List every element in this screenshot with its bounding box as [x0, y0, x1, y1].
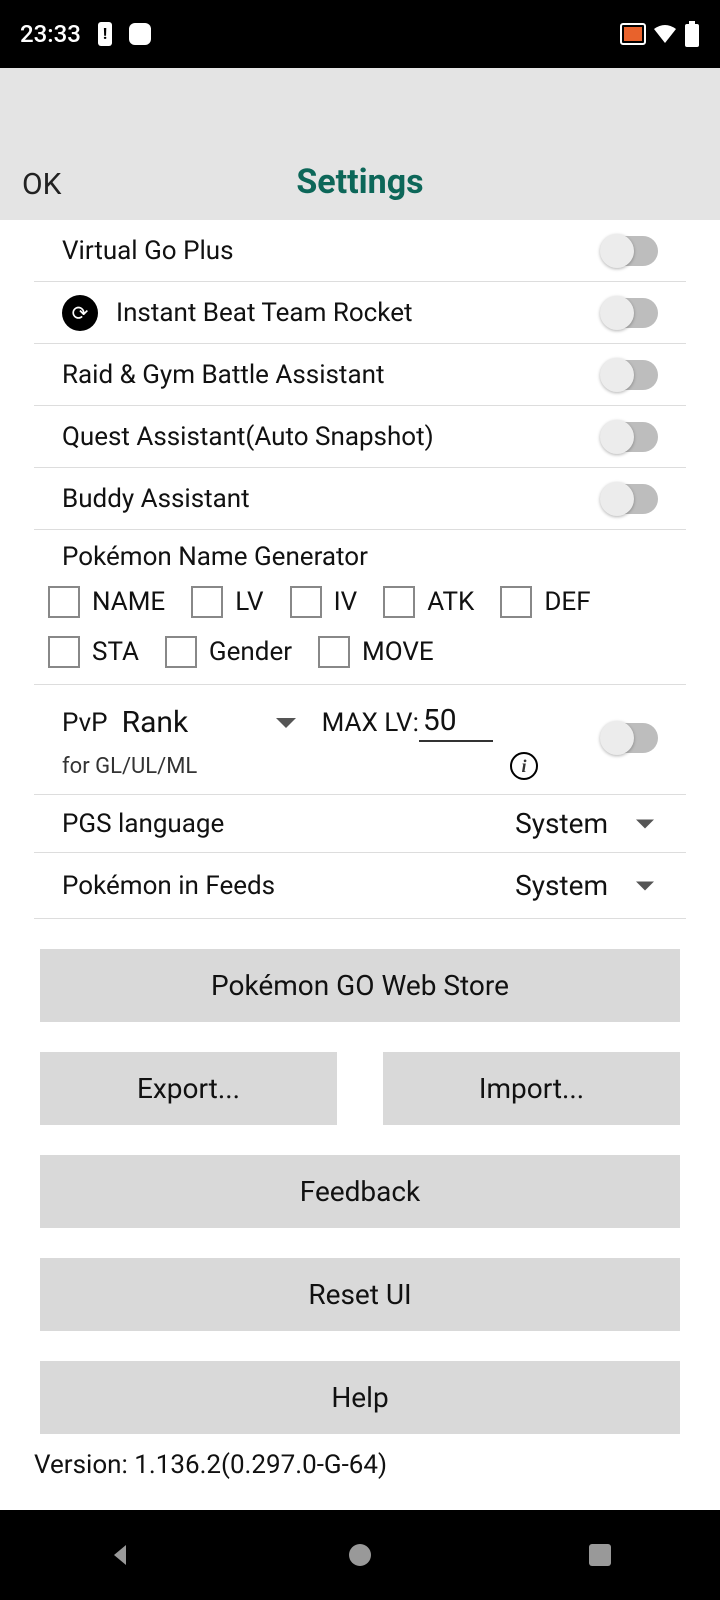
pvp-label: PvP: [62, 708, 108, 738]
pvp-sublabel: for GL/UL/ML: [62, 754, 197, 779]
back-icon[interactable]: [102, 1537, 138, 1573]
maxlv-label: MAX LV:: [322, 708, 419, 738]
row-virtual-go-plus[interactable]: Virtual Go Plus: [34, 220, 686, 282]
checkbox-atk[interactable]: [383, 586, 415, 618]
checkbox-gender[interactable]: [165, 636, 197, 668]
row-label: Buddy Assistant: [62, 484, 602, 514]
checkbox-def[interactable]: [500, 586, 532, 618]
chevron-down-icon: [636, 881, 654, 890]
export-button[interactable]: Export...: [40, 1052, 337, 1125]
toggle-pvp[interactable]: [602, 723, 658, 753]
app-header: OK Settings: [0, 68, 720, 220]
page-title: Settings: [296, 162, 423, 202]
reset-ui-button[interactable]: Reset UI: [40, 1258, 680, 1331]
name-generator-label: Pokémon Name Generator: [0, 530, 720, 580]
help-button[interactable]: Help: [40, 1361, 680, 1434]
feedback-button[interactable]: Feedback: [40, 1155, 680, 1228]
language-dropdown[interactable]: System: [515, 807, 608, 840]
maxlv-input[interactable]: [419, 703, 493, 742]
checkbox-iv[interactable]: [290, 586, 322, 618]
wifi-icon: [652, 23, 678, 45]
language-row[interactable]: PGS language System: [34, 794, 686, 853]
status-bar: 23:33 !: [0, 0, 720, 68]
info-icon[interactable]: i: [510, 752, 538, 780]
notification-icon: !: [95, 22, 115, 46]
checkbox-sta[interactable]: [48, 636, 80, 668]
row-label: Virtual Go Plus: [62, 236, 602, 266]
checkbox-lv[interactable]: [191, 586, 223, 618]
webstore-button[interactable]: Pokémon GO Web Store: [40, 949, 680, 1022]
home-icon[interactable]: [342, 1537, 378, 1573]
version-text: Version: 1.136.2(0.297.0-G-64): [0, 1434, 720, 1496]
row-instant-beat[interactable]: ⟳ Instant Beat Team Rocket: [34, 282, 686, 344]
feeds-label: Pokémon in Feeds: [62, 871, 515, 901]
ok-button[interactable]: OK: [22, 167, 61, 202]
chevron-down-icon: [636, 819, 654, 828]
row-label: Instant Beat Team Rocket: [116, 298, 602, 328]
row-buddy[interactable]: Buddy Assistant: [34, 468, 686, 530]
name-generator-options: NAME LV IV ATK DEF STA Gender MOVE: [0, 580, 720, 684]
app-icon: [129, 23, 151, 45]
toggle-quest[interactable]: [602, 422, 658, 452]
row-raid-gym[interactable]: Raid & Gym Battle Assistant: [34, 344, 686, 406]
row-label: Quest Assistant(Auto Snapshot): [62, 422, 602, 452]
toggle-buddy[interactable]: [602, 484, 658, 514]
language-label: PGS language: [62, 809, 515, 839]
checkbox-move[interactable]: [318, 636, 350, 668]
battery-icon: [684, 21, 700, 47]
recent-icon[interactable]: [582, 1537, 618, 1573]
cast-icon: [620, 23, 646, 45]
pvp-sublabel-row: for GL/UL/ML i: [34, 748, 686, 794]
checkbox-name[interactable]: [48, 586, 80, 618]
row-label: Raid & Gym Battle Assistant: [62, 360, 602, 390]
toggle-virtual-go-plus[interactable]: [602, 236, 658, 266]
toggle-raid-gym[interactable]: [602, 360, 658, 390]
pvp-row: PvP Rank MAX LV:: [34, 685, 686, 748]
toggle-instant-beat[interactable]: [602, 298, 658, 328]
chevron-down-icon: [276, 718, 296, 728]
sync-icon: ⟳: [62, 295, 98, 331]
svg-text:!: !: [103, 24, 107, 43]
import-button[interactable]: Import...: [383, 1052, 680, 1125]
navigation-bar: [0, 1510, 720, 1600]
status-time: 23:33: [20, 20, 81, 48]
feeds-row[interactable]: Pokémon in Feeds System: [34, 853, 686, 919]
row-quest[interactable]: Quest Assistant(Auto Snapshot): [34, 406, 686, 468]
pvp-rank-dropdown[interactable]: Rank: [122, 705, 302, 740]
feeds-dropdown[interactable]: System: [515, 869, 608, 902]
